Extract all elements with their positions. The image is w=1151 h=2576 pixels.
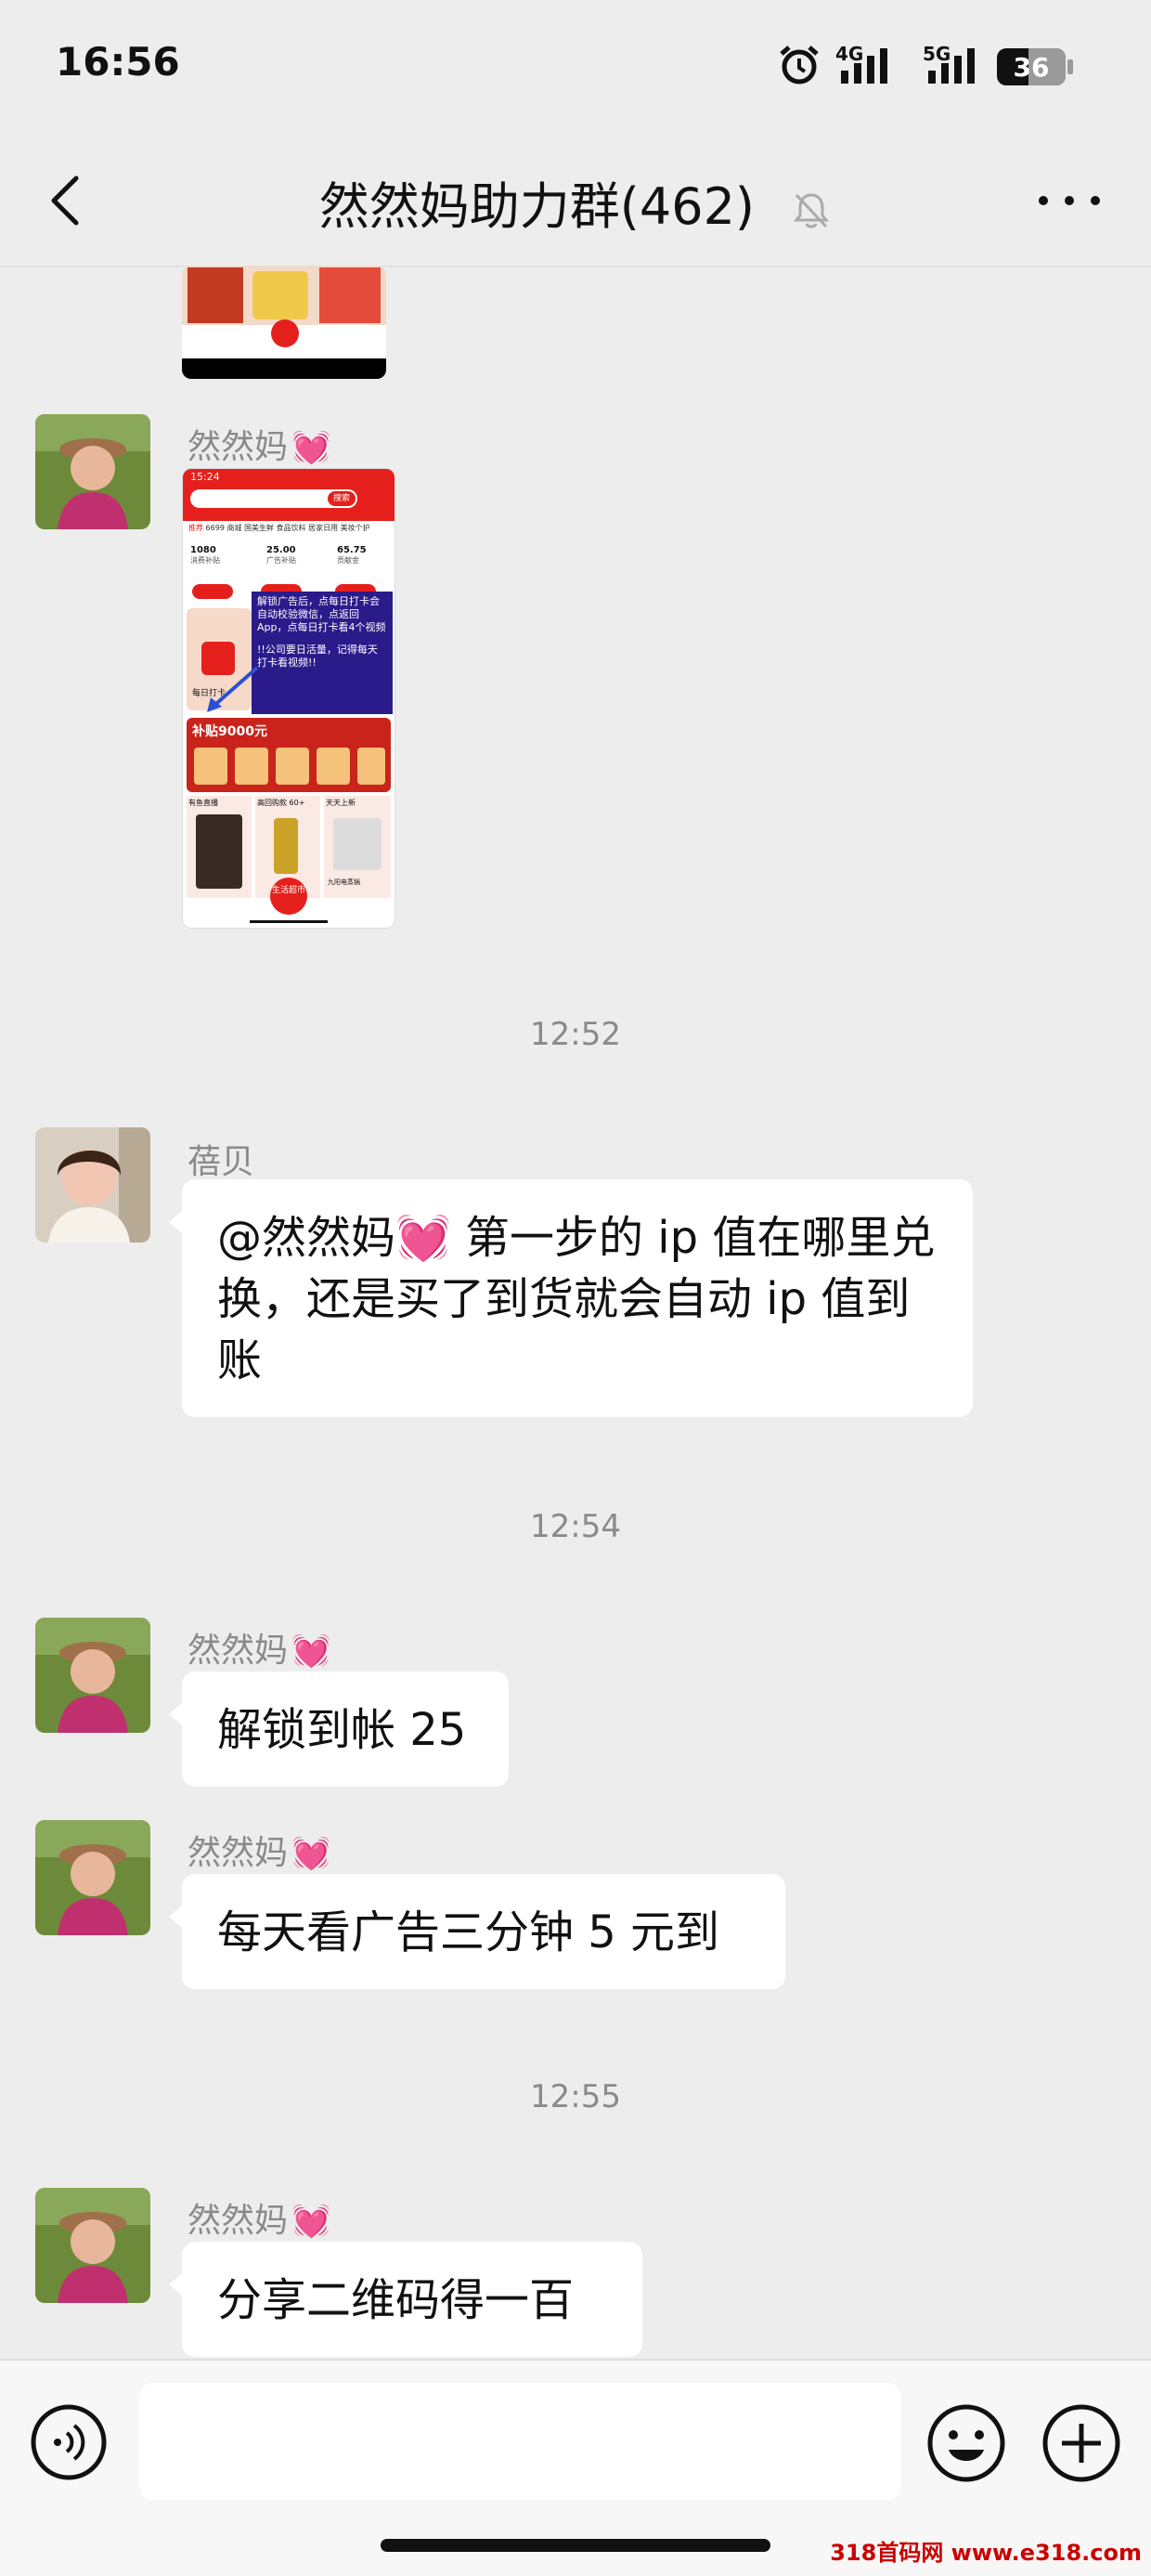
thumb-product — [319, 267, 381, 323]
message-input[interactable] — [139, 2383, 900, 2500]
thumb-stat: 65.75 贡献金 — [337, 545, 393, 566]
thumb-product — [357, 748, 385, 785]
thumb-section: 有鱼直播 — [187, 796, 252, 898]
timestamp: 12:52 — [530, 1016, 621, 1053]
battery-level: 36 — [1013, 52, 1050, 83]
thumb-tab: 推荐 — [188, 524, 203, 532]
emoji-icon[interactable] — [925, 2401, 1008, 2485]
more-button[interactable] — [1032, 182, 1106, 219]
thumb-tabs: 推荐 6699 商城 国美生鲜 食品饮料 居家日用 美妆个护 — [188, 523, 394, 538]
thumb-tab: 美妆个护 — [340, 524, 370, 532]
sender-name-text: 然然妈 — [188, 2202, 289, 2240]
thumb-header: 15:24 搜索 — [183, 469, 394, 521]
bell-off-icon — [794, 193, 830, 228]
thumb-product — [333, 818, 382, 870]
thumb-banner: 补贴9000元 — [187, 718, 391, 792]
battery-icon: 36 — [997, 48, 1066, 85]
thumb-overlay: 解锁广告后，点每日打卡会自动校验微信，点返回App，点每日打卡看4个视频 !!公… — [252, 592, 393, 714]
thumb-overlay-text: !!公司要日活量，记得每天打卡看视频!! — [257, 644, 378, 669]
chat-title-wrap: 然然妈助力群(462) — [0, 165, 1151, 239]
avatar[interactable] — [35, 2188, 150, 2303]
arrow-icon — [207, 666, 259, 712]
voice-icon[interactable] — [28, 2401, 110, 2483]
thumb-search-input: 搜索 — [190, 489, 357, 508]
thumb-tab: 6699 商城 — [205, 524, 242, 532]
thumb-button — [192, 584, 233, 599]
thumb-stat-label: 广告补贴 — [266, 556, 296, 565]
thumb-time: 15:24 — [190, 471, 220, 483]
image-message[interactable] — [182, 266, 386, 379]
thumb-section-title: 天天上新 — [326, 799, 356, 807]
heart-badge: 💓 — [291, 429, 331, 466]
sender-name-text: 然然妈 — [188, 428, 289, 466]
message-bubble[interactable]: 解锁到帐 25 — [169, 1672, 509, 1787]
thumb-product — [317, 748, 350, 785]
thumb-section: 天天上新 九阳电蒸锅 — [324, 796, 391, 898]
chat-title: 然然妈助力群(462) — [318, 177, 756, 236]
thumb-stat-value: 25.00 — [266, 545, 296, 555]
thumb-section-title: 有鱼直播 — [188, 799, 218, 807]
thumb-stat-label: 贡献金 — [337, 556, 359, 565]
sender-name: 然然妈 💓 — [188, 420, 330, 468]
thumb-center-badge: 生活超市 — [270, 878, 307, 915]
alarm-icon — [780, 46, 819, 85]
battery-tip — [1067, 59, 1073, 74]
thumb-tab: 居家日用 — [308, 524, 339, 532]
message-bubble[interactable]: @然然妈💓 第一步的 ip 值在哪里兑换，还是买了到货就会自动 ip 值到账 — [169, 1179, 973, 1417]
timestamp: 12:55 — [530, 2078, 621, 2115]
thumb-product-label: 九阳电蒸锅 — [328, 878, 360, 886]
thumb-stat: 1080 消费补贴 — [190, 545, 246, 566]
sender-name: 蓓贝 — [188, 1143, 255, 1181]
thumb-center-badge — [271, 319, 299, 347]
watermark: 318首码网 www.e318.com — [830, 2540, 1142, 2566]
sender-name: 然然妈 💓 — [188, 1623, 330, 1672]
image-message[interactable]: 15:24 搜索 推荐 6699 商城 国美生鲜 食品饮料 居家日用 美妆个护 … — [182, 468, 395, 929]
avatar[interactable] — [35, 1618, 150, 1733]
home-indicator — [381, 2539, 770, 2552]
signal-icon — [928, 48, 975, 84]
message-bubble[interactable]: 每天看广告三分钟 5 元到 — [169, 1874, 785, 1989]
thumb-product — [276, 748, 309, 785]
thumb-tab: 国美生鲜 — [244, 524, 274, 532]
status-time: 16:56 — [56, 39, 180, 85]
thumb-phone-bar — [182, 358, 386, 379]
sender-name: 然然妈 💓 — [188, 1826, 330, 1874]
heart-badge: 💓 — [291, 2203, 331, 2240]
thumb-stat: 25.00 广告补贴 — [266, 545, 322, 566]
avatar[interactable] — [35, 1820, 150, 1935]
thumb-product — [194, 748, 227, 785]
thumb-search-button: 搜索 — [328, 491, 356, 506]
thumb-streamer — [196, 814, 242, 889]
thumb-stat-value: 65.75 — [337, 545, 367, 555]
thumb-product — [252, 271, 308, 319]
sender-name-text: 然然妈 — [188, 1834, 289, 1872]
plus-circle-icon[interactable] — [1040, 2401, 1123, 2485]
sender-name: 然然妈 💓 — [188, 2193, 330, 2242]
heart-badge: 💓 — [291, 1835, 331, 1872]
thumb-section-title: 高回购款 60+ — [257, 799, 305, 807]
avatar[interactable] — [35, 1127, 150, 1242]
thumb-product — [274, 818, 298, 874]
avatar[interactable] — [35, 414, 150, 529]
thumb-overlay-text: 解锁广告后，点每日打卡会自动校验微信，点返回App，点每日打卡看4个视频 — [257, 595, 386, 633]
heart-badge: 💓 — [291, 1633, 331, 1670]
thumb-tab: 食品饮料 — [276, 524, 306, 532]
timestamp: 12:54 — [530, 1508, 621, 1545]
message-bubble[interactable]: 分享二维码得一百 — [169, 2242, 642, 2357]
thumb-banner-text: 补贴9000元 — [192, 724, 267, 739]
signal-icon — [841, 48, 887, 84]
thumb-home-indicator — [250, 920, 328, 923]
thumb-stat-value: 1080 — [190, 545, 216, 555]
sender-name-text: 然然妈 — [188, 1632, 289, 1670]
thumb-stat-label: 消费补贴 — [190, 556, 220, 565]
thumb-product — [188, 267, 243, 323]
thumb-product — [235, 748, 268, 785]
